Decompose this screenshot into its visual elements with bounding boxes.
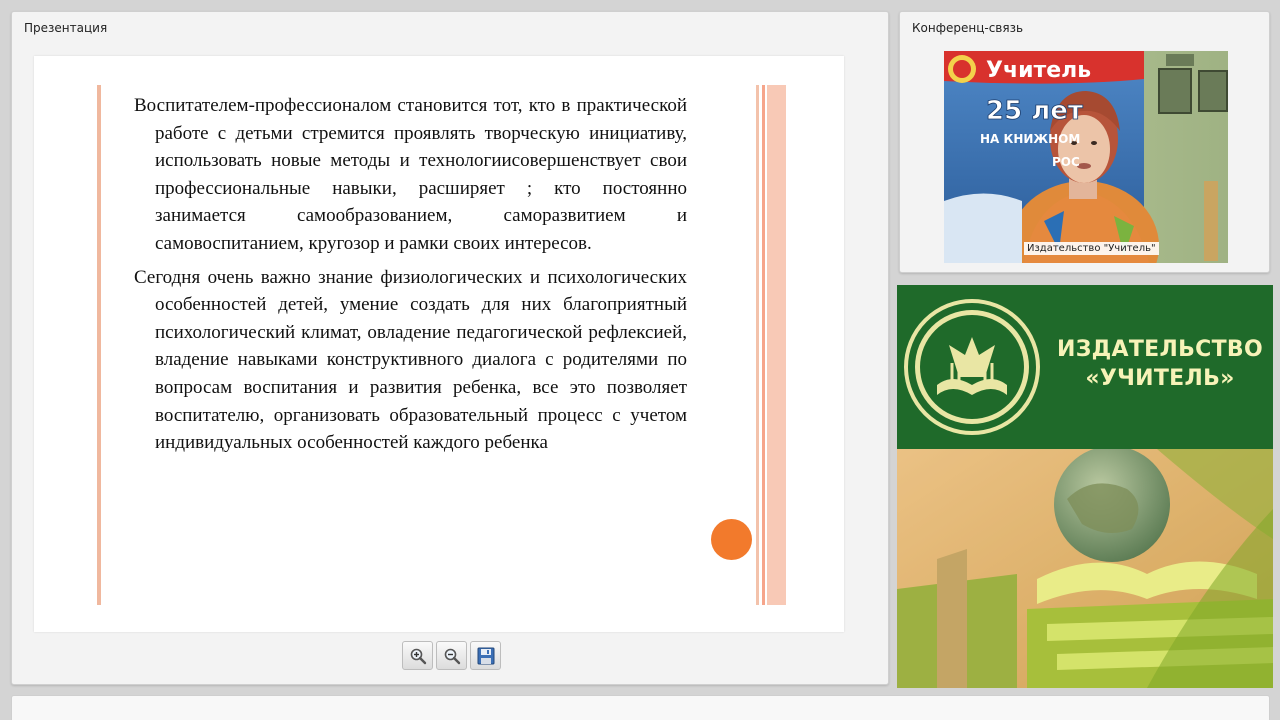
slide-right-stripe	[756, 85, 759, 605]
backdrop-line2: РОС	[1052, 155, 1080, 169]
video-caption: Издательство "Учитель"	[1024, 242, 1159, 255]
zoom-in-icon	[410, 648, 426, 664]
banner-image	[897, 446, 1273, 688]
banner-header: ИЗДАТЕЛЬСТВО «УЧИТЕЛЬ»	[897, 285, 1273, 449]
presentation-panel: Презентация Воспитателем-профессионалом …	[11, 11, 889, 685]
banner-title-line2: «УЧИТЕЛЬ»	[1085, 366, 1235, 391]
slide-paragraph: Воспитателем-профессионалом становится т…	[134, 95, 687, 254]
save-button[interactable]	[470, 641, 501, 670]
backdrop-line: НА КНИЖНОМ	[980, 132, 1080, 146]
publisher-banner: ИЗДАТЕЛЬСТВО «УЧИТЕЛЬ»	[897, 285, 1273, 688]
slide-left-line	[97, 85, 101, 605]
video-feed[interactable]: Учитель 25 лет НА КНИЖНОМ РОС Издательст…	[944, 51, 1228, 263]
bottom-panel	[11, 695, 1270, 720]
books-globe-image	[897, 446, 1273, 688]
slide-text: Воспитателем-профессионалом становится т…	[134, 92, 687, 463]
conference-title: Конференц-связь	[912, 21, 1024, 35]
slide: Воспитателем-профессионалом становится т…	[34, 56, 844, 632]
zoom-out-icon	[444, 648, 460, 664]
slide-right-stripe	[767, 85, 786, 605]
presentation-title: Презентация	[24, 21, 108, 35]
presentation-toolbar	[402, 641, 502, 673]
backdrop-badge: 25 лет	[986, 96, 1083, 126]
conference-panel: Конференц-связь Учитель 25 лет НА КНИЖНО…	[899, 11, 1270, 273]
video-image: Учитель 25 лет НА КНИЖНОМ РОС	[944, 51, 1228, 263]
slide-right-stripe	[762, 85, 765, 605]
zoom-out-button[interactable]	[436, 641, 467, 670]
slide-paragraph: Сегодня очень важно знание физиологическ…	[134, 266, 687, 454]
publisher-logo-icon	[904, 299, 1040, 435]
zoom-in-button[interactable]	[402, 641, 433, 670]
save-icon	[477, 647, 494, 664]
slide-accent-dot	[711, 519, 752, 560]
banner-title: ИЗДАТЕЛЬСТВО «УЧИТЕЛЬ»	[1047, 335, 1273, 393]
banner-title-line1: ИЗДАТЕЛЬСТВО	[1057, 337, 1263, 362]
backdrop-brand: Учитель	[986, 58, 1091, 83]
